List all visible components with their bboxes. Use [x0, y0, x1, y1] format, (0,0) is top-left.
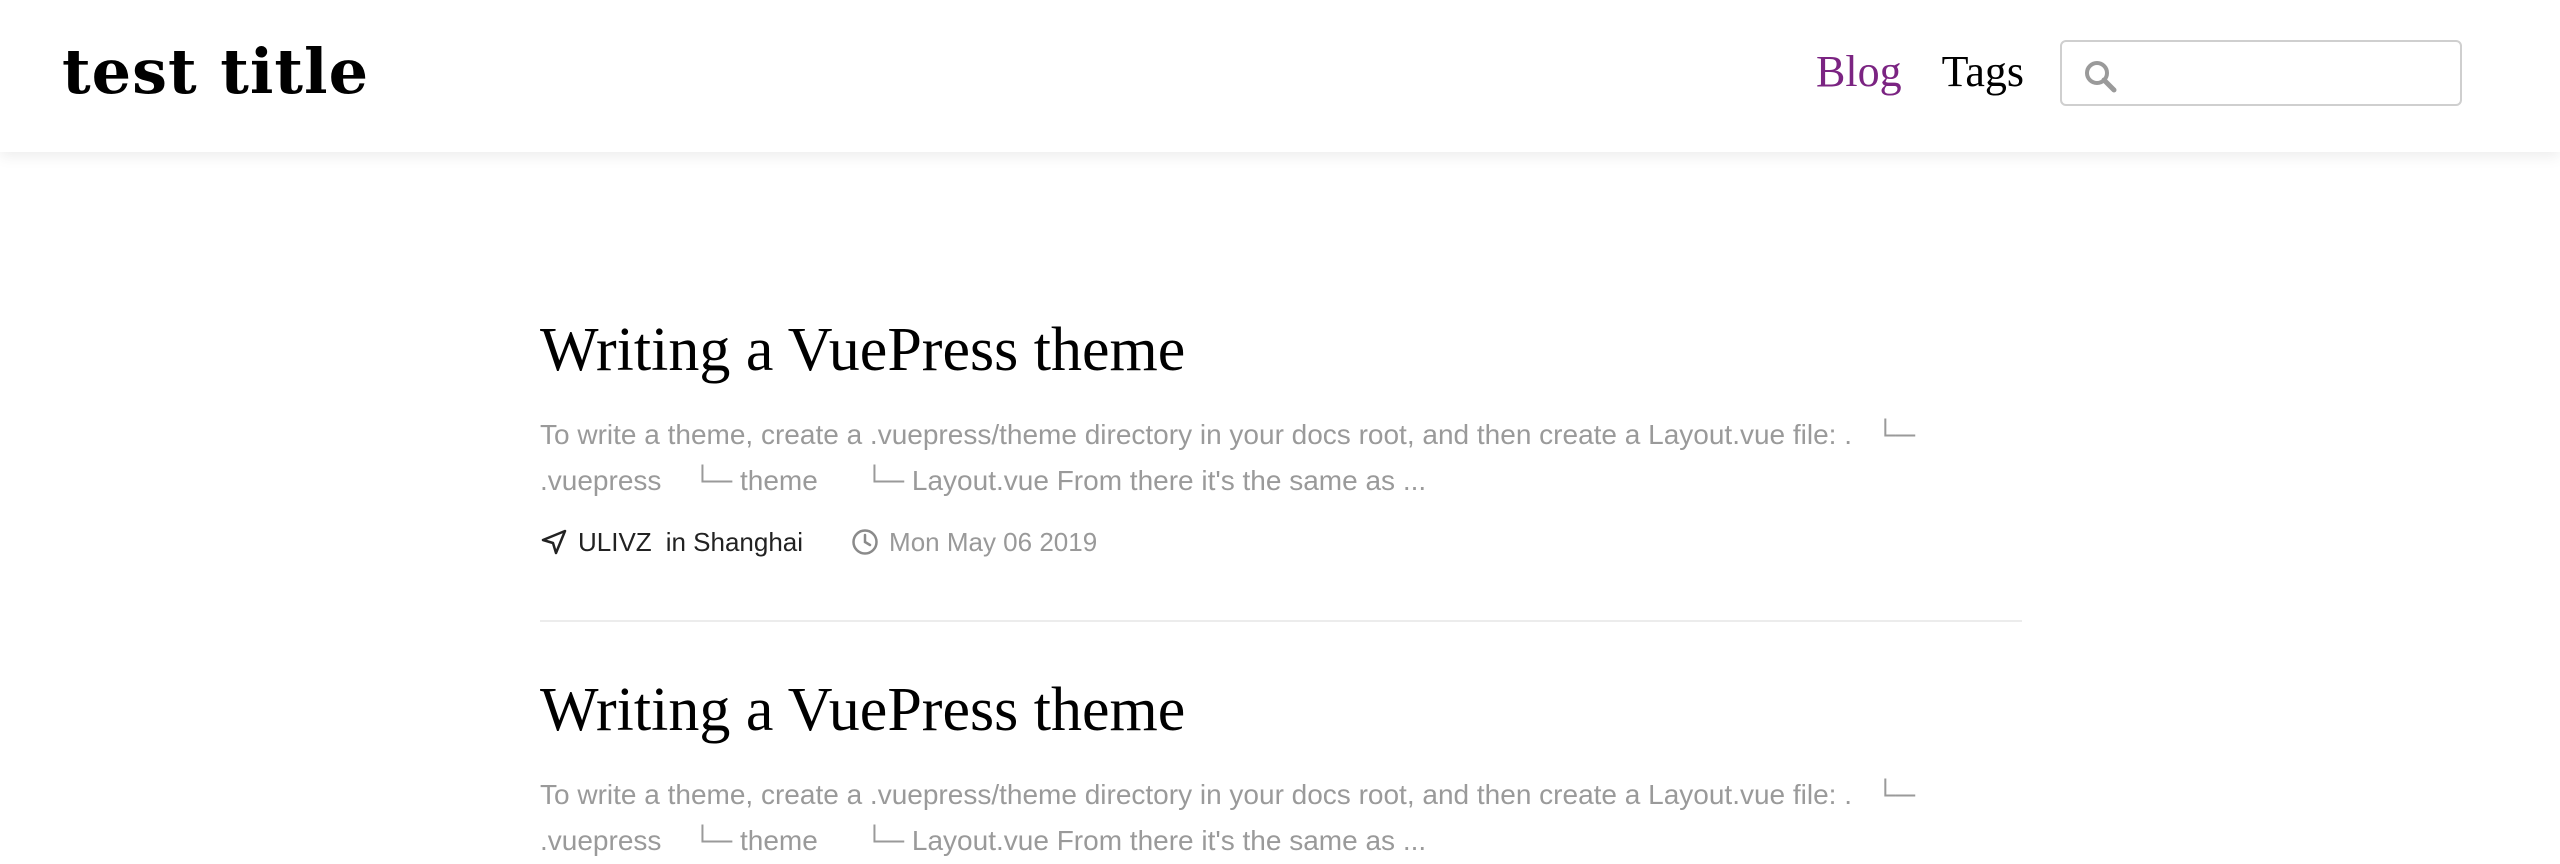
post-author-name[interactable]: ULIVZ	[578, 522, 652, 562]
nav-link-blog[interactable]: Blog	[1816, 42, 1902, 102]
nav-link-tags[interactable]: Tags	[1942, 42, 2024, 102]
post-meta: ULIVZ in Shanghai Mon May 06 2019	[540, 522, 2022, 562]
search-input[interactable]	[2128, 50, 2452, 98]
main-nav: Blog Tags	[1816, 42, 2024, 102]
post-date: Mon May 06 2019	[851, 522, 1097, 562]
post-item: Writing a VuePress theme To write a them…	[540, 670, 2022, 864]
post-summary: To write a theme, create a .vuepress/the…	[540, 419, 1916, 496]
navigation-arrow-icon	[541, 529, 567, 555]
post-location: in Shanghai	[665, 527, 804, 557]
clock-icon	[852, 529, 878, 555]
site-header: test title Blog Tags	[0, 0, 2560, 152]
post-author: ULIVZ	[540, 522, 652, 562]
site-title[interactable]: test title	[62, 34, 369, 110]
search-box[interactable]	[2060, 40, 2462, 106]
post-title[interactable]: Writing a VuePress theme	[540, 670, 2022, 750]
post-item: Writing a VuePress theme To write a them…	[540, 310, 2022, 562]
post-date-text: Mon May 06 2019	[889, 527, 1098, 557]
post-divider	[540, 620, 2022, 622]
post-title[interactable]: Writing a VuePress theme	[540, 310, 2022, 390]
post-summary: To write a theme, create a .vuepress/the…	[540, 779, 1916, 856]
search-icon	[2085, 61, 2117, 93]
